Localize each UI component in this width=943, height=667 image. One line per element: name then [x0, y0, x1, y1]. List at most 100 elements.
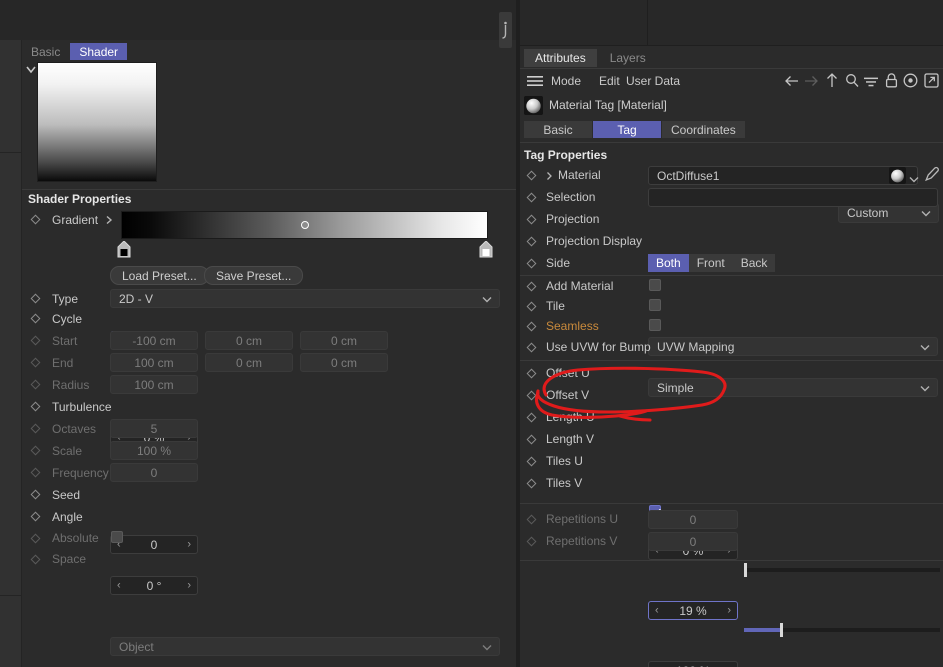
slider-handle[interactable]: [744, 563, 747, 577]
slider-fill: [744, 628, 782, 632]
load-preset-button[interactable]: Load Preset...: [110, 266, 209, 285]
space-combo[interactable]: Object: [110, 637, 500, 656]
lock-icon[interactable]: [885, 73, 898, 88]
start-y-field[interactable]: 0 cm: [205, 331, 293, 350]
projection-label: Projection: [546, 212, 600, 226]
tab-basic[interactable]: Basic: [22, 43, 69, 60]
selection-field[interactable]: [648, 188, 938, 207]
length-v-label: Length V: [546, 432, 595, 446]
increment-icon[interactable]: ›: [187, 539, 191, 550]
type-label: Type: [52, 292, 79, 306]
object-title: Material Tag [Material]: [549, 98, 667, 112]
projection-combo[interactable]: UVW Mapping: [648, 337, 938, 356]
chevron-down-icon: [920, 340, 930, 354]
filter-icon[interactable]: [864, 76, 878, 87]
side-option-front[interactable]: Front: [688, 254, 733, 272]
shader-properties-title: Shader Properties: [28, 192, 132, 206]
hamburger-icon[interactable]: [527, 75, 543, 87]
arrow-left-icon[interactable]: [785, 75, 799, 87]
sub-tab-underline: [520, 142, 943, 143]
eyedropper-icon[interactable]: [924, 166, 940, 183]
frequency-field[interactable]: 0: [110, 463, 198, 482]
seed-value: 0: [150, 537, 158, 552]
gradient-interpolation-marker[interactable]: [301, 221, 309, 229]
panel-splitter-handle[interactable]: [499, 12, 512, 48]
increment-icon[interactable]: ›: [187, 580, 191, 591]
slider-handle[interactable]: [780, 623, 783, 637]
length-u-field[interactable]: ‹ 100 % ›: [648, 661, 738, 667]
offset-v-label: Offset V: [546, 388, 590, 402]
octaves-field[interactable]: 5: [110, 419, 198, 438]
tag-properties-title: Tag Properties: [524, 148, 608, 162]
menu-edit[interactable]: Edit: [599, 74, 620, 88]
start-z-field[interactable]: 0 cm: [300, 331, 388, 350]
repetitions-u-field[interactable]: 0: [648, 510, 738, 529]
offset-u-label: Offset U: [546, 366, 590, 380]
arrow-right-icon: [804, 75, 818, 87]
scale-field[interactable]: 100 %: [110, 441, 198, 460]
record-icon[interactable]: [903, 73, 918, 88]
offset-v-field[interactable]: ‹ 19 % ›: [648, 601, 738, 620]
material-sphere-icon: [524, 96, 543, 115]
offset-v-value: 19 %: [679, 603, 707, 618]
tab-layers[interactable]: Layers: [599, 49, 657, 67]
type-combo[interactable]: 2D - V: [110, 289, 500, 308]
left-gutter-divider-2: [0, 595, 22, 596]
open-external-icon[interactable]: [924, 73, 939, 88]
cycle-label: Cycle: [52, 312, 83, 326]
add-material-label: Add Material: [546, 279, 614, 293]
tile-checkbox[interactable]: [649, 299, 661, 311]
add-material-checkbox[interactable]: [649, 279, 661, 291]
save-preset-button[interactable]: Save Preset...: [204, 266, 304, 285]
chevron-down-icon: [920, 381, 930, 395]
start-label: Start: [52, 334, 78, 348]
gradient-knot-end[interactable]: [479, 240, 493, 258]
end-y-field[interactable]: 0 cm: [205, 353, 293, 372]
seed-field[interactable]: ‹ 0 ›: [110, 535, 198, 554]
radius-label: Radius: [52, 378, 90, 392]
end-x-field[interactable]: 100 cm: [110, 353, 198, 372]
search-icon[interactable]: [845, 73, 859, 88]
absolute-checkbox[interactable]: [111, 531, 123, 543]
angle-value: 0 °: [146, 578, 162, 593]
tab-coordinates[interactable]: Coordinates: [662, 121, 745, 138]
arrow-up-icon[interactable]: [826, 73, 838, 88]
angle-label: Angle: [52, 510, 83, 524]
tab-shader[interactable]: Shader: [70, 43, 128, 60]
repetitions-v-field[interactable]: 0: [648, 532, 738, 551]
seed-label: Seed: [52, 488, 81, 502]
gradient-knot-start[interactable]: [117, 240, 131, 258]
material-dropdown-icon[interactable]: [909, 172, 919, 183]
material-expand-icon[interactable]: [545, 170, 554, 180]
gradient-expand-icon[interactable]: [104, 214, 114, 225]
right-panel-top-divider: [647, 0, 648, 46]
tab-attributes[interactable]: Attributes: [524, 49, 597, 67]
side-option-back[interactable]: Back: [732, 254, 776, 272]
left-panel-header-band: [0, 0, 516, 40]
decrement-icon[interactable]: ‹: [655, 605, 659, 616]
frequency-label: Frequency: [52, 466, 109, 480]
right-tabbar-underline: [520, 68, 943, 69]
seamless-checkbox[interactable]: [649, 319, 661, 331]
projection-display-label: Projection Display: [546, 234, 643, 248]
menu-mode[interactable]: Mode: [551, 74, 581, 88]
radius-field[interactable]: 100 cm: [110, 375, 198, 394]
start-x-field[interactable]: -100 cm: [110, 331, 198, 350]
gradient-preview[interactable]: [37, 62, 157, 182]
side-option-both[interactable]: Both: [648, 254, 689, 272]
decrement-icon[interactable]: ‹: [117, 580, 121, 591]
tab-basic-sub[interactable]: Basic: [524, 121, 592, 138]
right-panel-top-band: [520, 0, 943, 46]
sub-tab-bar: Basic Tag Coordinates: [524, 121, 745, 138]
collapse-chevron-icon[interactable]: [25, 63, 37, 75]
material-field[interactable]: OctDiffuse1: [648, 166, 918, 185]
offset-v-slider[interactable]: [744, 620, 940, 639]
tab-tag[interactable]: Tag: [593, 121, 661, 138]
offset-u-slider[interactable]: [744, 560, 940, 579]
end-z-field[interactable]: 0 cm: [300, 353, 388, 372]
increment-icon[interactable]: ›: [727, 605, 731, 616]
menu-user-data[interactable]: User Data: [626, 74, 680, 88]
gradient-label: Gradient: [52, 213, 99, 227]
angle-field[interactable]: ‹ 0 ° ›: [110, 576, 198, 595]
projection-display-combo[interactable]: Simple: [648, 378, 938, 397]
